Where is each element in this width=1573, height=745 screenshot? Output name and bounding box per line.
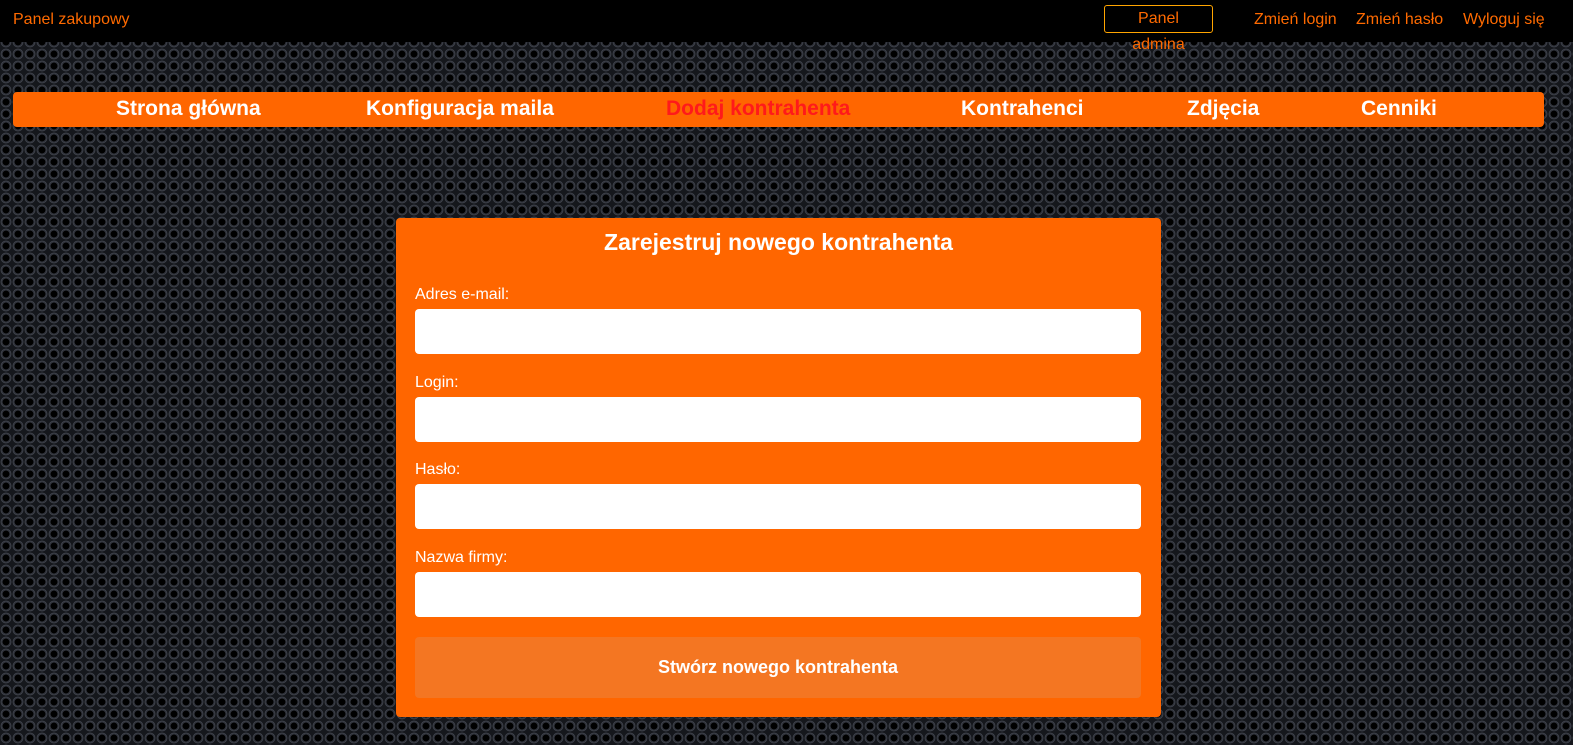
- change-password-link[interactable]: Zmień hasło: [1356, 11, 1443, 29]
- nav-item-home[interactable]: Strona główna: [116, 97, 261, 121]
- main-nav: Strona główna Konfiguracja maila Dodaj k…: [13, 92, 1544, 127]
- password-label: Hasło:: [415, 461, 461, 478]
- brand-link[interactable]: Panel zakupowy: [13, 11, 130, 29]
- nav-item-price-lists[interactable]: Cenniki: [1361, 97, 1437, 121]
- login-field[interactable]: [415, 397, 1141, 442]
- create-contractor-button[interactable]: Stwórz nowego kontrahenta: [415, 637, 1141, 698]
- admin-panel-button[interactable]: Panel admina: [1104, 5, 1213, 53]
- nav-item-contractors[interactable]: Kontrahenci: [961, 97, 1084, 121]
- login-label: Login:: [415, 374, 459, 391]
- nav-item-photos[interactable]: Zdjęcia: [1187, 97, 1259, 121]
- form-title: Zarejestruj nowego kontrahenta: [604, 229, 953, 255]
- password-field[interactable]: [415, 484, 1141, 529]
- nav-item-add-contractor[interactable]: Dodaj kontrahenta: [666, 97, 850, 121]
- change-login-link[interactable]: Zmień login: [1254, 11, 1337, 29]
- top-bar: Panel zakupowy Panel admina Zmień login …: [0, 0, 1573, 53]
- nav-item-mail-config[interactable]: Konfiguracja maila: [366, 97, 554, 121]
- email-label: Adres e-mail:: [415, 286, 510, 303]
- register-contractor-form: Zarejestruj nowego kontrahenta Adres e-m…: [396, 218, 1161, 717]
- logout-link[interactable]: Wyloguj się: [1463, 11, 1545, 29]
- email-field[interactable]: [415, 309, 1141, 354]
- company-name-field[interactable]: [415, 572, 1141, 617]
- company-name-label: Nazwa firmy:: [415, 549, 508, 566]
